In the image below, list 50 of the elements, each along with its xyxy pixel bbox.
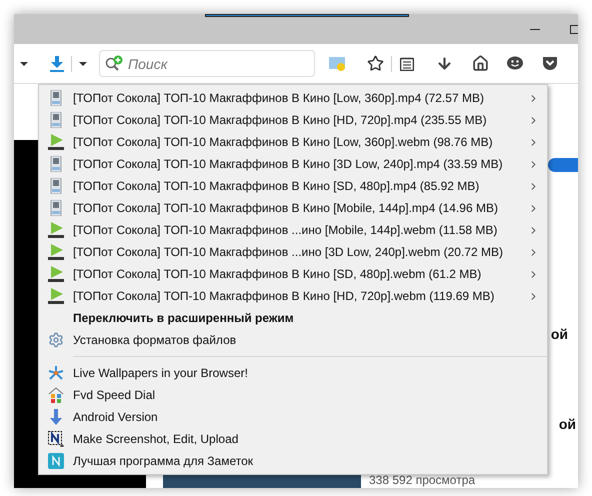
search-field[interactable]: Поиск	[99, 50, 315, 77]
menu-item[interactable]: Android Version	[39, 406, 547, 428]
video-file-icon	[49, 112, 63, 128]
menu-item[interactable]: Live Wallpapers in your Browser!	[39, 362, 547, 384]
menu-item[interactable]: [ТОПот Сокола] ТОП-10 Макгаффинов В Кино [HD, 720p].webm (119.69 MB)	[39, 285, 547, 307]
video-file-icon	[49, 178, 63, 194]
video-file-icon	[49, 200, 63, 216]
play-file-icon	[48, 266, 64, 282]
menu-item[interactable]: [ТОПот Сокола] ТОП-10 Макгаффинов В Кино [Mobile, 144p].mp4 (14.96 MB)	[39, 197, 547, 219]
notes-app-icon	[48, 453, 64, 469]
menu-item[interactable]: [ТОПот Сокола] ТОП-10 Макгаффинов ...ино [Mobile, 144p].webm (11.58 MB)	[39, 219, 547, 241]
menu-item[interactable]: Make Screenshot, Edit, Upload	[39, 428, 547, 450]
menu-item[interactable]: [ТОПот Сокола] ТОП-10 Макгаффинов В Кино [SD, 480p].webm (61.2 MB)	[39, 263, 547, 285]
menu-item[interactable]: [ТОПот Сокола] ТОП-10 Макгаффинов В Кино [3D Low, 240p].mp4 (33.59 MB)	[39, 153, 547, 175]
menu-item[interactable]: Fvd Speed Dial	[39, 384, 547, 406]
home-icon[interactable]	[472, 55, 489, 72]
menu-item[interactable]: [ТОПот Сокола] ТОП-10 Макгаффинов В Кино [HD, 720p].mp4 (235.55 MB)	[39, 109, 547, 131]
star-icon[interactable]	[367, 55, 384, 72]
video-title: ой	[550, 327, 568, 341]
star-burst-icon	[48, 365, 64, 381]
search-icon	[105, 55, 123, 71]
minimize-icon[interactable]	[530, 29, 540, 31]
toggle-switch[interactable]	[548, 158, 578, 172]
video-file-icon	[49, 90, 63, 106]
smiley-icon[interactable]	[507, 56, 523, 71]
play-file-icon	[48, 222, 64, 238]
menu-item[interactable]: [ТОПот Сокола] ТОП-10 Макгаффинов В Кино [Low, 360p].mp4 (72.57 MB)	[39, 87, 547, 109]
caret-icon[interactable]	[20, 62, 28, 66]
menu-item[interactable]: [ТОПот Сокола] ТОП-10 Макгаффинов В Кино [SD, 480p].mp4 (85.92 MB)	[39, 175, 547, 197]
list-icon[interactable]	[400, 56, 414, 70]
caret-icon[interactable]	[79, 62, 87, 66]
video-file-icon	[49, 156, 63, 172]
menu-item[interactable]: [ТОПот Сокола] ТОП-10 Макгаффинов ...ино [3D Low, 240p].webm (20.72 MB)	[39, 241, 547, 263]
pocket-icon[interactable]	[542, 56, 558, 71]
menu-item[interactable]: Лучшая программа для Заметок	[39, 450, 547, 472]
view-count: 338 592 просмотра	[369, 474, 476, 486]
down-arrow-icon	[50, 409, 62, 425]
play-file-icon	[48, 288, 64, 304]
download-icon[interactable]	[50, 56, 64, 72]
restore-icon[interactable]	[570, 24, 578, 34]
house-grid-icon	[48, 387, 64, 403]
play-file-icon	[48, 244, 64, 260]
video-title: ой	[558, 417, 576, 431]
menu-item[interactable]: Переключить в расширенный режим	[39, 307, 547, 329]
download-arrow-icon[interactable]	[436, 55, 453, 72]
screenshot-n-icon	[48, 431, 64, 447]
menu-item[interactable]: Установка форматов файлов	[39, 329, 547, 351]
gear-icon	[48, 332, 64, 348]
play-file-icon	[48, 134, 64, 150]
menu-item[interactable]: [ТОПот Сокола] ТОП-10 Макгаффинов В Кино [Low, 360p].webm (98.76 MB)	[39, 131, 547, 153]
